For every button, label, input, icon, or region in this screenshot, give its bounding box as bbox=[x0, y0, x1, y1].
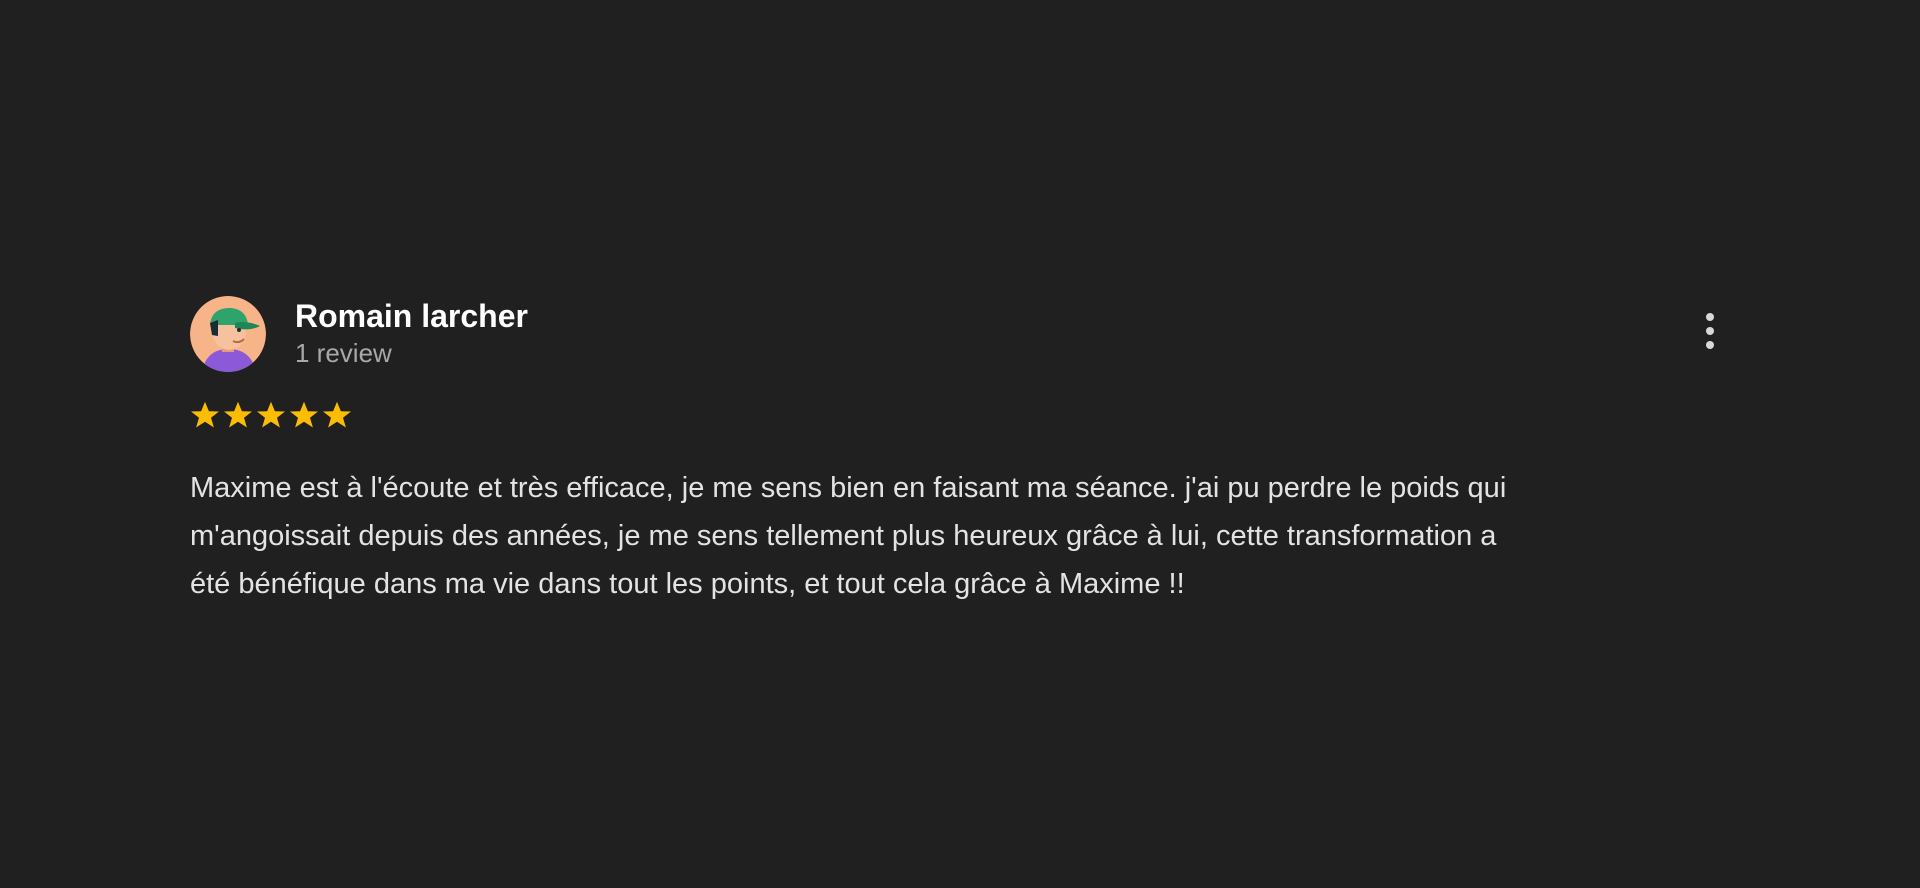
star-icon bbox=[190, 400, 220, 430]
star-icon bbox=[322, 400, 352, 430]
avatar-cap-icon bbox=[190, 296, 266, 372]
more-vertical-icon bbox=[1706, 313, 1714, 349]
star-icon bbox=[223, 400, 253, 430]
reviewer-name[interactable]: Romain larcher bbox=[295, 296, 528, 336]
review-card: Romain larcher 1 review Maxime est à l'é… bbox=[190, 296, 1730, 616]
more-options-button[interactable] bbox=[1690, 310, 1730, 352]
review-text: Maxime est à l'écoute et très efficace, … bbox=[190, 472, 1507, 600]
star-rating bbox=[190, 400, 355, 430]
review-count: 1 review bbox=[295, 338, 392, 368]
reviewer-avatar[interactable] bbox=[190, 296, 266, 372]
star-icon bbox=[256, 400, 286, 430]
star-icon bbox=[289, 400, 319, 430]
